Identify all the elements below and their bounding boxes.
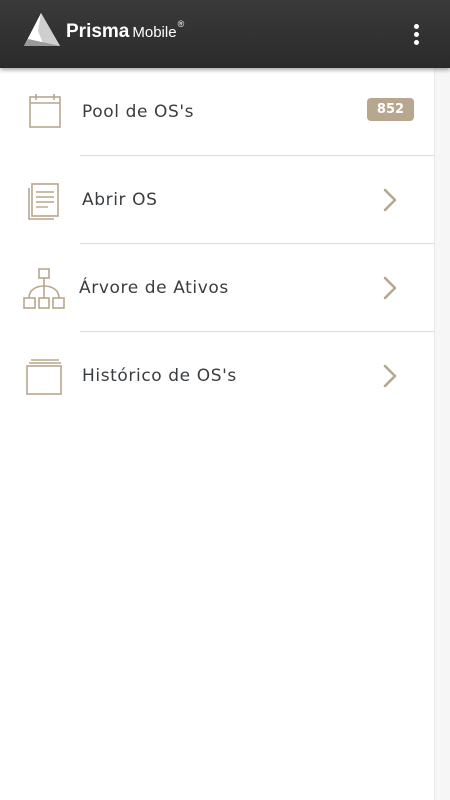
calendar-icon — [29, 94, 61, 128]
menu-item-label: Árvore de Ativos — [79, 278, 229, 298]
asset-tree-icon — [23, 268, 65, 309]
brand-light: Mobile — [132, 24, 177, 41]
chevron-right-icon — [383, 188, 397, 212]
chevron-right-icon — [383, 276, 397, 300]
brand-name: Prisma Mobile ® — [66, 19, 185, 43]
history-stack-icon — [26, 359, 62, 395]
brand-logo: Prisma Mobile ® — [24, 11, 184, 47]
menu-item-pool-os[interactable]: Pool de OS's 852 — [0, 68, 434, 156]
chevron-right-icon — [383, 364, 397, 388]
registered-mark: ® — [177, 19, 185, 29]
menu-item-label: Pool de OS's — [82, 102, 195, 122]
side-panel-edge — [434, 68, 450, 800]
document-icon — [28, 183, 59, 220]
app-bar: Prisma Mobile ® — [0, 0, 450, 68]
prisma-logo-icon — [24, 13, 60, 46]
main-content: Pool de OS's 852 Abrir OS Árvore de Ativ… — [0, 68, 450, 800]
brand-bold: Prisma — [66, 21, 130, 42]
count-badge: 852 — [367, 98, 414, 121]
menu-item-label: Histórico de OS's — [82, 366, 237, 386]
menu-item-abrir-os[interactable]: Abrir OS — [0, 156, 434, 244]
menu-item-arvore-ativos[interactable]: Árvore de Ativos — [0, 244, 434, 332]
menu-item-label: Abrir OS — [82, 190, 158, 210]
more-vertical-icon[interactable] — [404, 20, 428, 48]
menu-list: Pool de OS's 852 Abrir OS Árvore de Ativ… — [0, 68, 434, 420]
menu-item-historico-os[interactable]: Histórico de OS's — [0, 332, 434, 420]
